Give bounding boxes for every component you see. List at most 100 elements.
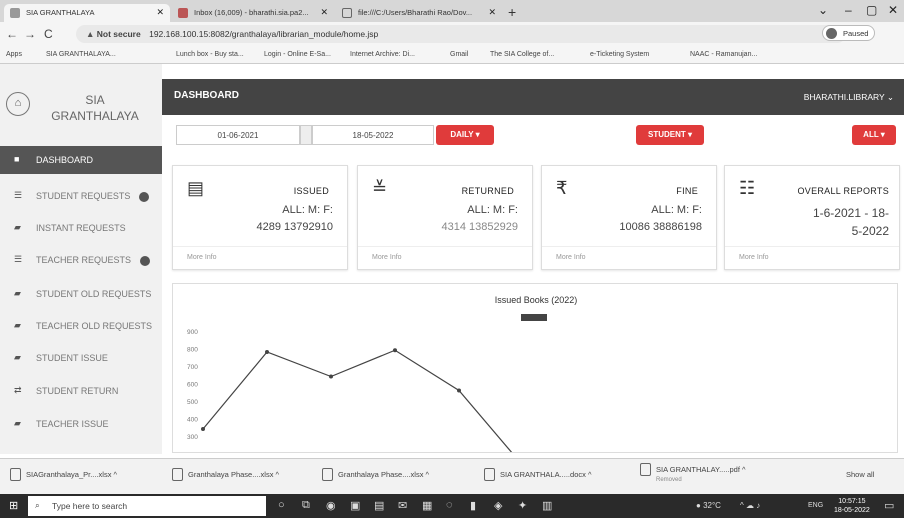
profile-button[interactable]: Paused [822,25,876,41]
language-indicator[interactable]: ENG [808,502,823,509]
download-filename: SIAGranthalaya_Pr....xlsx [26,470,112,479]
period-dropdown[interactable]: DAILY ▾ [436,125,494,145]
user-menu[interactable]: BHARATHI.LIBRARY ⌄ [804,92,894,103]
data-point [457,388,461,393]
address-bar-row: ← → C ▲ Not secure 192.168.100.15:8082/g… [0,22,904,46]
more-info-link[interactable]: More Info [739,254,769,261]
bookmark-gmail[interactable]: Gmail [450,51,468,58]
bookmark-naac[interactable]: NAAC - Ramanujan... [690,51,757,58]
maximize-button[interactable]: ▢ [866,3,877,17]
app-icon[interactable]: ✦ [518,499,527,512]
tray-icons[interactable]: ^ ☁ ♪ [740,501,760,510]
bookmark-lunchbox[interactable]: Lunch box - Buy sta... [176,51,244,58]
close-window-button[interactable]: ✕ [888,3,898,17]
download-filename: Granthalaya Phase....xlsx [188,470,274,479]
close-icon[interactable]: ✕ [320,7,328,18]
book-icon: ▰ [14,222,21,232]
search-icon: ⌕ [35,500,40,510]
weather-icon[interactable]: ● 32°C [696,501,721,510]
download-item[interactable]: Granthalaya Phase....xlsx ^ [322,468,429,481]
app-icon[interactable]: ▣ [350,499,360,512]
more-info-link[interactable]: More Info [556,254,586,261]
sidebar-item-label: INSTANT REQUESTS [36,223,126,233]
download-item[interactable]: Granthalaya Phase....xlsx ^ [172,468,279,481]
chevron-down-icon[interactable]: ⌄ [818,3,828,17]
card-title: OVERALL REPORTS [797,186,889,196]
url-input[interactable]: ▲ Not secure 192.168.100.15:8082/grantha… [76,25,846,43]
explorer-icon[interactable]: ▤ [374,499,384,512]
tab-title: Inbox (16,009) - bharathi.sia.pa2... [194,8,309,17]
y-tick-label: 700 [187,364,198,371]
clock-date: 18-05-2022 [834,507,870,514]
from-date-input[interactable]: 01-06-2021 [176,125,300,145]
user-type-dropdown[interactable]: STUDENT ▾ [636,125,704,145]
globe-icon [342,8,352,18]
sidebar-item-label: STUDENT RETURN [36,386,119,396]
file-icon [640,463,651,476]
sidebar-item-student-return[interactable]: ⇄ STUDENT RETURN [0,377,162,405]
task-view-icon[interactable]: ⧉ [302,499,310,512]
minimize-button[interactable]: – [845,3,852,17]
app-icon[interactable]: ◈ [494,499,502,512]
new-tab-button[interactable]: + [508,4,516,20]
bookmark-sia[interactable]: SIA GRANTHALAYA... [46,51,116,58]
windows-icon[interactable]: ⊞ [9,499,18,512]
download-item[interactable]: SIA GRANTHALA.....docx ^ [484,468,591,481]
bookmark-apps[interactable]: Apps [6,51,22,58]
file-icon [484,468,495,481]
sidebar-item-instant-requests[interactable]: ▰ INSTANT REQUESTS [0,214,162,242]
sidebar-item-teacher-issue[interactable]: ▰ TEACHER ISSUE [0,410,162,438]
list-icon: ☰ [14,254,23,264]
avatar [826,28,837,39]
book-icon: ▰ [14,288,21,298]
sidebar: ⌂ SIA GRANTHALAYA ■ DASHBOARD ☰ STUDENT … [0,64,162,454]
clock[interactable]: 10:57:15 18-05-2022 [834,497,870,515]
y-tick-label: 900 [187,329,198,336]
search-placeholder: Type here to search [52,501,128,511]
scope-dropdown[interactable]: ALL ▾ [852,125,896,145]
file-icon [10,468,21,481]
book-icon: ▰ [14,418,21,428]
forward-button[interactable]: → [24,27,36,41]
bookmark-login[interactable]: Login - Online E-Sa... [264,51,331,58]
cortana-icon[interactable]: ○ [278,499,285,511]
close-icon[interactable]: ✕ [488,7,496,18]
book-icon: ▰ [14,320,21,330]
chrome-icon[interactable]: ◉ [326,499,336,512]
sidebar-item-label: TEACHER REQUESTS [36,255,132,265]
back-button[interactable]: ← [6,27,18,41]
more-info-link[interactable]: More Info [372,254,402,261]
tab-file[interactable]: file:///C:/Users/Bharathi Rao/Dov... ✕ [336,4,502,22]
more-info-link[interactable]: More Info [187,254,217,261]
tab-sia-granthalaya[interactable]: SIA GRANTHALAYA ✕ [4,4,170,22]
sidebar-item-dashboard[interactable]: ■ DASHBOARD [0,146,162,174]
show-all-button[interactable]: Show all [846,470,874,479]
word-icon[interactable]: ▮ [470,499,476,512]
app-icon[interactable]: ▥ [542,499,552,512]
sidebar-item-teacher-old-requests[interactable]: ▰ TEACHER OLD REQUESTS [0,312,162,340]
bookmark-archive[interactable]: Internet Archive: Di... [350,51,415,58]
return-icon: ⇄ [14,385,22,395]
sidebar-item-student-requests[interactable]: ☰ STUDENT REQUESTS [0,182,162,210]
tab-gmail[interactable]: Inbox (16,009) - bharathi.sia.pa2... ✕ [172,4,334,22]
mail-icon[interactable]: ✉ [398,499,407,512]
to-date-input[interactable]: 18-05-2022 [312,125,434,145]
weather-text: 32°C [703,501,721,510]
bookmark-eticket[interactable]: e-Ticketing System [590,51,649,58]
close-icon[interactable]: ✕ [156,7,164,18]
download-item[interactable]: SIA GRANTHALAY.....pdf ^ Removed [640,463,746,483]
brand-name: SIA GRANTHALAYA [40,92,150,124]
bookmark-sia-college[interactable]: The SIA College of... [490,51,554,58]
rupee-icon: ₹ [556,178,568,198]
tab-title: SIA GRANTHALAYA [26,8,95,17]
reload-button[interactable]: C [44,27,53,41]
taskbar-search[interactable]: ⌕ Type here to search [28,496,266,516]
app-icon[interactable]: ◌ [446,499,453,511]
sidebar-item-student-old-requests[interactable]: ▰ STUDENT OLD REQUESTS [0,280,162,308]
sidebar-item-teacher-requests[interactable]: ☰ TEACHER REQUESTS [0,246,162,274]
notification-icon[interactable]: ▭ [884,499,894,512]
store-icon[interactable]: ▦ [422,499,432,512]
download-item[interactable]: SIAGranthalaya_Pr....xlsx ^ [10,468,117,481]
issued-books-chart: Issued Books (2022) 900 800 700 600 500 400 300… [172,283,898,453]
sidebar-item-student-issue[interactable]: ▰ STUDENT ISSUE [0,344,162,372]
